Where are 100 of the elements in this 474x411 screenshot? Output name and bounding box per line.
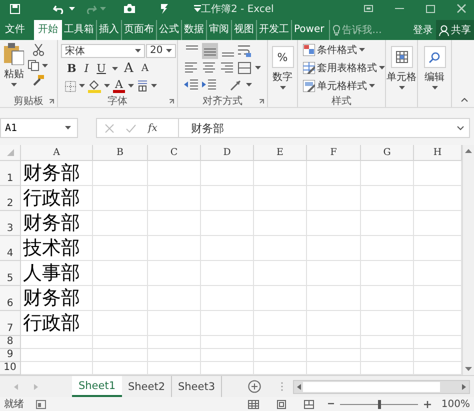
caret-icon[interactable]	[432, 86, 438, 90]
caret-icon[interactable]	[79, 84, 85, 88]
scroll-left-icon[interactable]	[297, 384, 301, 390]
insert-function-button[interactable]: fx	[148, 122, 158, 134]
empty-cell[interactable]	[361, 349, 414, 362]
empty-cell[interactable]	[254, 236, 307, 261]
empty-cell[interactable]	[361, 261, 414, 286]
cancel-icon[interactable]	[105, 124, 114, 132]
empty-cell[interactable]	[93, 261, 148, 286]
maximize-icon[interactable]	[426, 4, 435, 12]
zoom-in-icon[interactable]	[424, 400, 432, 408]
empty-cell[interactable]	[307, 286, 361, 311]
previous-sheet-icon[interactable]	[14, 384, 18, 390]
row-header[interactable]: 2	[0, 186, 21, 211]
font-color-button[interactable]: A	[113, 80, 125, 92]
caret-icon[interactable]	[359, 48, 365, 52]
empty-cell[interactable]	[254, 186, 307, 211]
row-header[interactable]: 6	[0, 286, 21, 311]
empty-cell[interactable]	[361, 286, 414, 311]
number-format-button[interactable]: 数字	[272, 70, 292, 84]
launcher-icon[interactable]	[49, 99, 54, 104]
copy-icon[interactable]	[28, 60, 39, 71]
collapse-ribbon-icon[interactable]	[461, 98, 468, 102]
empty-cell[interactable]	[307, 211, 361, 236]
empty-cell[interactable]	[307, 349, 361, 362]
empty-cell[interactable]	[254, 261, 307, 286]
empty-cell[interactable]	[93, 349, 148, 362]
empty-cell[interactable]	[307, 261, 361, 286]
enter-icon[interactable]	[126, 124, 136, 132]
name-box[interactable]: A1	[0, 118, 78, 138]
column-header[interactable]: E	[254, 145, 307, 161]
empty-cell[interactable]	[201, 211, 254, 236]
left-align-icon[interactable]	[184, 61, 198, 74]
empty-cell[interactable]	[201, 286, 254, 311]
add-sheet-icon[interactable]	[248, 380, 261, 393]
cells-button[interactable]: 单元格	[386, 42, 417, 107]
empty-cell[interactable]	[361, 161, 414, 186]
decrease-indent-icon[interactable]	[184, 78, 198, 90]
empty-cell[interactable]	[148, 236, 201, 261]
empty-cell[interactable]	[361, 336, 414, 349]
empty-cell[interactable]	[93, 311, 148, 336]
empty-cell[interactable]	[307, 336, 361, 349]
italic-button[interactable]: I	[82, 61, 91, 76]
zoom-slider-thumb[interactable]	[378, 400, 381, 408]
scroll-down-icon[interactable]	[465, 367, 472, 371]
empty-cell[interactable]	[254, 286, 307, 311]
empty-cell[interactable]	[307, 311, 361, 336]
empty-cell[interactable]	[148, 349, 201, 362]
empty-cell[interactable]	[93, 236, 148, 261]
caret-icon[interactable]	[166, 48, 172, 52]
empty-cell[interactable]	[201, 336, 254, 349]
split-handle-icon[interactable]	[281, 382, 283, 391]
select-all-icon[interactable]	[6, 149, 14, 156]
column-header[interactable]: D	[201, 145, 254, 161]
fill-color-icon[interactable]	[88, 80, 101, 92]
empty-cell[interactable]	[148, 161, 201, 186]
ribbon-tab[interactable]: 工具箱	[62, 20, 96, 40]
caret-icon[interactable]	[69, 6, 75, 10]
sheet-tab[interactable]: Sheet1	[72, 376, 122, 397]
save-icon[interactable]	[10, 4, 20, 14]
empty-cell[interactable]	[307, 161, 361, 186]
page-break-icon[interactable]	[304, 400, 314, 408]
column-header[interactable]: C	[148, 145, 201, 161]
center-align-icon[interactable]	[202, 61, 216, 74]
empty-cell[interactable]	[307, 236, 361, 261]
percent-button[interactable]: %	[272, 46, 294, 68]
scroll-up-icon[interactable]	[465, 149, 472, 153]
empty-cell[interactable]	[201, 236, 254, 261]
empty-cell[interactable]	[93, 336, 148, 349]
zoom-level[interactable]: 100%	[441, 398, 470, 410]
empty-cell[interactable]	[148, 186, 201, 211]
caret-icon[interactable]	[42, 64, 48, 68]
row-header[interactable]: 4	[0, 236, 21, 261]
caret-icon[interactable]	[255, 66, 261, 70]
empty-cell[interactable]	[201, 349, 254, 362]
customize-icon[interactable]	[194, 4, 201, 12]
bold-button[interactable]: B	[65, 61, 78, 76]
grow-font-button[interactable]: A	[122, 61, 136, 76]
share-button[interactable]: 共享	[436, 20, 474, 40]
empty-cell[interactable]	[201, 311, 254, 336]
empty-cell[interactable]	[307, 186, 361, 211]
borders-icon[interactable]	[65, 80, 76, 92]
ribbon-display-icon[interactable]	[364, 5, 373, 12]
empty-cell[interactable]	[361, 311, 414, 336]
column-header[interactable]: H	[414, 145, 462, 161]
row-header[interactable]: 9	[0, 349, 21, 362]
row-header[interactable]: 3	[0, 211, 21, 236]
row-header[interactable]: 10	[0, 362, 21, 375]
caret-icon[interactable]	[246, 82, 252, 86]
camera-icon[interactable]	[124, 4, 135, 13]
editing-button[interactable]: 编辑	[418, 42, 451, 107]
minimize-icon[interactable]	[395, 5, 404, 12]
empty-cell[interactable]	[148, 261, 201, 286]
empty-cell[interactable]	[148, 336, 201, 349]
caret-icon[interactable]	[112, 66, 118, 70]
page-layout-icon[interactable]	[277, 400, 286, 408]
column-header[interactable]: B	[93, 145, 148, 161]
middle-align-icon[interactable]	[202, 42, 218, 58]
orientation-icon[interactable]	[230, 78, 242, 90]
empty-cell[interactable]	[201, 186, 254, 211]
